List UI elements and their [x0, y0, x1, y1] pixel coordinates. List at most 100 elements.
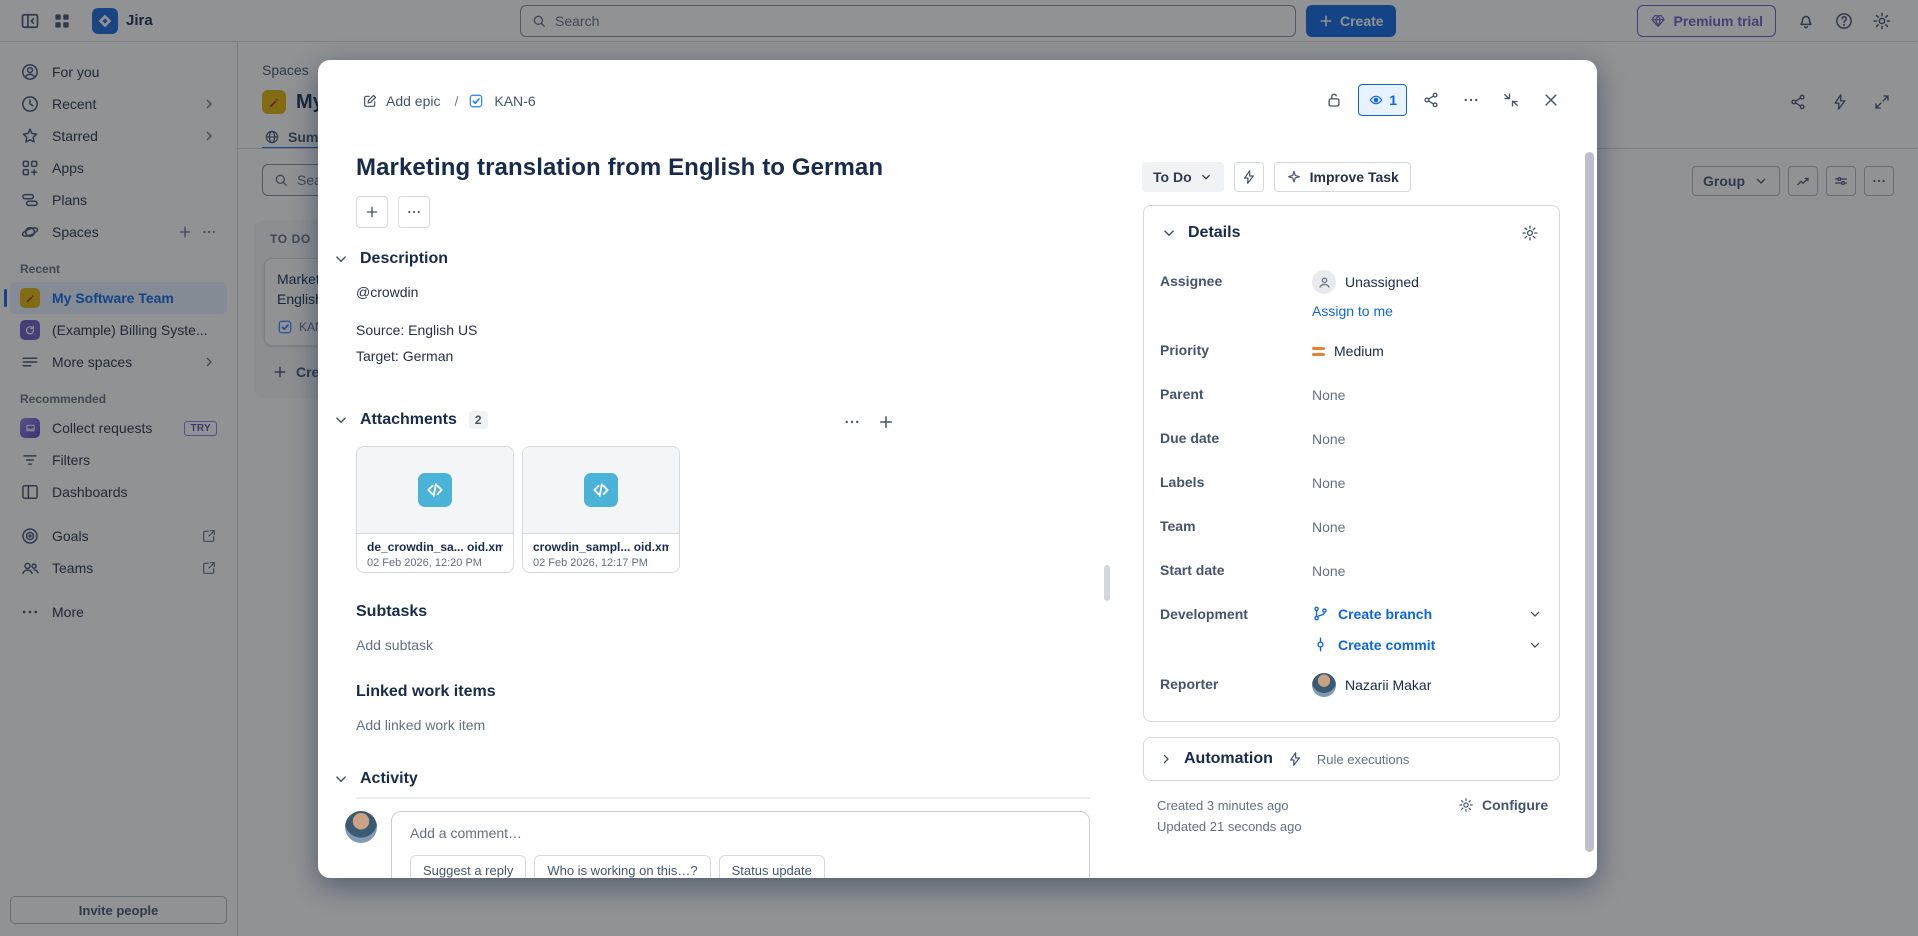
linked-items-heading: Linked work items: [356, 683, 496, 701]
configure-button[interactable]: Configure: [1458, 797, 1548, 813]
automation-panel[interactable]: Automation Rule executions: [1143, 737, 1560, 781]
chevron-down-icon[interactable]: [332, 770, 350, 788]
comment-input[interactable]: Add a comment… Suggest a reply Who is wo…: [391, 811, 1090, 878]
git-commit-icon: [1312, 636, 1329, 653]
chevron-down-icon[interactable]: [332, 250, 350, 268]
ellipsis-icon: [843, 413, 861, 431]
create-commit-row[interactable]: Create commit: [1312, 636, 1543, 653]
xml-file-icon: [584, 473, 618, 507]
eye-icon: [1368, 92, 1384, 108]
lightning-icon: [1241, 169, 1257, 185]
attachment-filename: crowdin_sampl... oid.xml: [533, 540, 669, 554]
share-button[interactable]: [1415, 84, 1447, 116]
labels-value[interactable]: None: [1312, 471, 1543, 495]
add-content-button[interactable]: [356, 196, 388, 228]
team-value[interactable]: None: [1312, 515, 1543, 539]
issue-more-actions-button[interactable]: [1455, 84, 1487, 116]
ellipsis-icon: [1462, 91, 1480, 109]
add-subtask-button[interactable]: Add subtask: [356, 637, 433, 653]
chevron-down-icon[interactable]: [1527, 606, 1543, 622]
field-reporter: Reporter Nazarii Makar: [1160, 673, 1543, 697]
unlock-icon: [1325, 91, 1343, 109]
chevron-down-icon: [1199, 170, 1213, 184]
plus-icon: [364, 204, 380, 220]
gear-icon: [1458, 797, 1474, 813]
attachment-thumbnail: [357, 447, 513, 533]
attachment-card[interactable]: crowdin_sampl... oid.xml 02 Feb 2026, 12…: [522, 446, 680, 573]
attachments-more-button[interactable]: [838, 408, 866, 436]
reporter-value[interactable]: Nazarii Makar: [1312, 673, 1543, 697]
minimize-icon: [1502, 91, 1520, 109]
chevron-down-icon[interactable]: [1527, 637, 1543, 653]
issue-key-link[interactable]: KAN-6: [494, 93, 535, 109]
close-icon: [1542, 91, 1560, 109]
collapse-modal-button[interactable]: [1495, 84, 1527, 116]
details-heading: Details: [1188, 224, 1507, 242]
task-type-icon: [468, 93, 484, 109]
add-epic-button[interactable]: Add epic: [358, 89, 444, 113]
details-settings-button[interactable]: [1517, 220, 1543, 246]
linked-items-section: Linked work items Add linked work item: [356, 683, 496, 733]
improve-task-button[interactable]: Improve Task: [1274, 162, 1411, 192]
unassigned-avatar-icon: [1312, 270, 1336, 294]
automation-heading: Automation: [1184, 750, 1273, 768]
lightning-icon: [1287, 751, 1303, 767]
field-start-date: Start date None: [1160, 559, 1543, 583]
xml-file-icon: [418, 473, 452, 507]
attachment-date: 02 Feb 2026, 12:17 PM: [533, 557, 669, 569]
chevron-down-icon[interactable]: [1160, 224, 1178, 242]
attachment-thumbnail: [523, 447, 679, 533]
chevron-down-icon[interactable]: [332, 411, 350, 429]
start-date-value[interactable]: None: [1312, 559, 1543, 583]
add-linked-item-button[interactable]: Add linked work item: [356, 717, 496, 733]
modal-scrollbar[interactable]: [1585, 152, 1594, 852]
parent-value[interactable]: None: [1312, 383, 1543, 407]
restrict-access-button[interactable]: [1318, 84, 1350, 116]
attachments-section: Attachments 2 de_crowdin_sa... oid.xml 0…: [332, 411, 1090, 573]
subtasks-heading: Subtasks: [356, 603, 433, 621]
details-panel: Details Assignee Unassigned Assign to me…: [1143, 205, 1560, 722]
description-section: Description @crowdin Source: English US …: [332, 250, 1090, 374]
attachment-card[interactable]: de_crowdin_sa... oid.xml 02 Feb 2026, 12…: [356, 446, 514, 573]
attachment-filename: de_crowdin_sa... oid.xml: [367, 540, 503, 554]
field-assignee: Assignee Unassigned Assign to me: [1160, 270, 1543, 319]
attachments-heading: Attachments: [360, 411, 457, 429]
activity-section: Activity Add a comment… Suggest a reply …: [332, 770, 1090, 878]
status-update-button[interactable]: Status update: [719, 855, 825, 878]
updated-timestamp: Updated 21 seconds ago: [1157, 816, 1302, 837]
reporter-avatar: [1312, 673, 1336, 697]
issue-title[interactable]: Marketing translation from English to Ge…: [356, 154, 883, 182]
source-line: Source: English US: [356, 322, 1090, 338]
content-scrollbar[interactable]: [1104, 565, 1110, 601]
close-modal-button[interactable]: [1535, 84, 1567, 116]
due-date-value[interactable]: None: [1312, 427, 1543, 451]
create-branch-row[interactable]: Create branch: [1312, 605, 1543, 622]
actions-button[interactable]: [1234, 162, 1264, 192]
edit-pencil-icon: [362, 93, 378, 109]
assign-to-me-link[interactable]: Assign to me: [1312, 303, 1543, 319]
watchers-button[interactable]: 1: [1358, 84, 1407, 116]
rule-executions-label: Rule executions: [1317, 752, 1410, 767]
comment-placeholder: Add a comment…: [410, 825, 1071, 841]
priority-value[interactable]: Medium: [1312, 339, 1543, 363]
activity-heading: Activity: [360, 770, 418, 788]
title-more-button[interactable]: [398, 196, 430, 228]
description-body[interactable]: @crowdin Source: English US Target: Germ…: [356, 284, 1090, 364]
breadcrumb-separator: /: [454, 93, 458, 109]
field-priority: Priority Medium: [1160, 339, 1543, 363]
share-icon: [1422, 91, 1440, 109]
assignee-value[interactable]: Unassigned: [1312, 270, 1543, 294]
status-dropdown[interactable]: To Do: [1142, 162, 1224, 192]
created-timestamp: Created 3 minutes ago: [1157, 795, 1302, 816]
field-parent: Parent None: [1160, 383, 1543, 407]
watchers-count: 1: [1389, 92, 1397, 108]
who-is-working-button[interactable]: Who is working on this…?: [534, 855, 710, 878]
gear-icon: [1521, 224, 1539, 242]
target-line: Target: German: [356, 348, 1090, 364]
suggest-reply-button[interactable]: Suggest a reply: [410, 855, 526, 878]
field-due-date: Due date None: [1160, 427, 1543, 451]
attachments-count-badge: 2: [469, 411, 488, 429]
add-attachment-button[interactable]: [872, 408, 900, 436]
ellipsis-icon: [406, 204, 422, 220]
attachment-date: 02 Feb 2026, 12:20 PM: [367, 557, 503, 569]
